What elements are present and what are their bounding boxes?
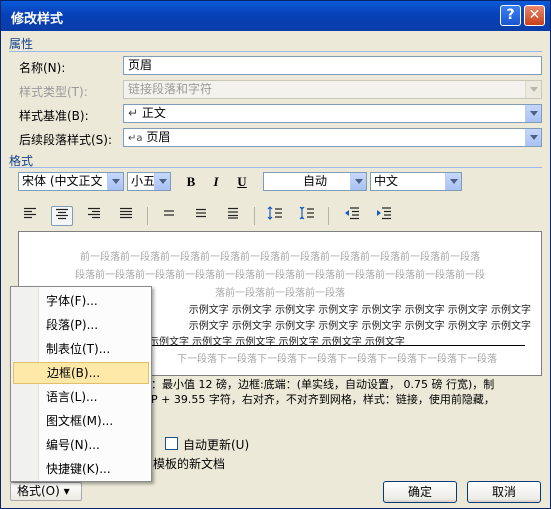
chevron-down-icon[interactable] bbox=[525, 105, 541, 122]
dialog-title: 修改样式 bbox=[11, 12, 64, 27]
double-spacing-icon[interactable] bbox=[222, 206, 244, 226]
font-value: 宋体 (中文正文 bbox=[22, 174, 103, 188]
modify-style-dialog: 修改样式 ? ✕ 属性 名称(N): 页眉 样式类型(T): 链接段落和字符 样… bbox=[0, 0, 551, 509]
properties-section-label: 属性 bbox=[9, 37, 34, 51]
auto-update-checkbox[interactable] bbox=[165, 437, 178, 450]
menu-item-frame[interactable]: 图文框(M)... bbox=[13, 410, 149, 432]
increase-indent-icon[interactable] bbox=[373, 206, 395, 226]
single-spacing-icon[interactable] bbox=[158, 206, 180, 226]
chevron-down-icon bbox=[525, 81, 541, 98]
chevron-down-icon[interactable] bbox=[107, 173, 123, 190]
close-button[interactable]: ✕ bbox=[524, 5, 545, 26]
preview-bottom-border bbox=[149, 345, 525, 346]
auto-update-label: 自动更新(U) bbox=[183, 438, 250, 452]
ok-button[interactable]: 确定 bbox=[383, 481, 457, 503]
menu-item-paragraph[interactable]: 段落(P)... bbox=[13, 314, 149, 336]
chevron-down-icon[interactable] bbox=[445, 173, 461, 190]
next-style-value: 页眉 bbox=[146, 130, 171, 144]
menu-item-numbering[interactable]: 编号(N)... bbox=[13, 434, 149, 456]
format-popup-menu: 字体(F)... 段落(P)... 制表位(T)... 边框(B)... 语言(… bbox=[10, 286, 152, 482]
italic-button[interactable]: I bbox=[205, 172, 227, 192]
linked-style-icon: ↵a bbox=[128, 133, 143, 144]
menu-item-font[interactable]: 字体(F)... bbox=[13, 290, 149, 312]
help-button[interactable]: ? bbox=[500, 5, 521, 26]
preview-previous-paragraph: 前一段落前一段落前一段落前一段落前一段落前一段落前一段落前一段落前一段落前一段落 bbox=[80, 252, 480, 263]
title-bar: 修改样式 ? ✕ bbox=[1, 1, 550, 31]
font-color-value: 自动 bbox=[302, 174, 327, 188]
menu-item-border[interactable]: 边框(B)... bbox=[13, 362, 149, 384]
style-type-value: 链接段落和字符 bbox=[128, 82, 213, 96]
decrease-indent-icon[interactable] bbox=[341, 206, 363, 226]
chevron-down-icon[interactable] bbox=[350, 173, 366, 190]
chevron-down-icon[interactable] bbox=[525, 129, 541, 146]
preview-previous-paragraph: 段落前一段落前一段落前一段落前一段落前一段落前一段落前一段落前一段落前一段落前一… bbox=[75, 270, 485, 281]
paragraph-mark-icon: ↵ bbox=[128, 106, 139, 120]
bold-button[interactable]: B bbox=[180, 172, 202, 192]
template-option-label: 模板的新文档 bbox=[153, 457, 226, 471]
format-divider bbox=[9, 167, 542, 168]
chevron-down-icon[interactable] bbox=[154, 173, 170, 190]
align-center-icon[interactable] bbox=[51, 206, 73, 226]
menu-item-shortcut-key[interactable]: 快捷键(K)... bbox=[13, 458, 149, 480]
align-left-icon[interactable] bbox=[19, 206, 41, 226]
language-dropdown[interactable]: 中文 bbox=[370, 172, 462, 191]
based-on-label: 样式基准(B): bbox=[19, 109, 89, 123]
based-on-dropdown[interactable]: ↵ 正文 bbox=[123, 104, 542, 123]
size-dropdown[interactable]: 小五 bbox=[127, 172, 171, 191]
align-right-icon[interactable] bbox=[83, 206, 105, 226]
size-value: 小五 bbox=[131, 174, 156, 188]
increase-paragraph-spacing-icon[interactable] bbox=[264, 206, 286, 226]
based-on-value: 正文 bbox=[141, 106, 166, 120]
toolbar-separator bbox=[328, 207, 329, 225]
language-value: 中文 bbox=[374, 174, 399, 188]
next-style-label: 后续段落样式(S): bbox=[19, 133, 113, 147]
toolbar-separator bbox=[254, 207, 255, 225]
one-half-spacing-icon[interactable] bbox=[190, 206, 212, 226]
menu-item-language[interactable]: 语言(L)... bbox=[13, 386, 149, 408]
font-color-dropdown[interactable]: 自动 bbox=[263, 172, 367, 191]
menu-item-tabs[interactable]: 制表位(T)... bbox=[13, 338, 149, 360]
style-type-dropdown: 链接段落和字符 bbox=[123, 80, 542, 99]
properties-divider bbox=[9, 51, 542, 52]
justify-icon[interactable] bbox=[115, 206, 137, 226]
next-style-dropdown[interactable]: ↵a 页眉 bbox=[123, 128, 542, 147]
name-input[interactable]: 页眉 bbox=[123, 56, 542, 75]
font-dropdown[interactable]: 宋体 (中文正文 bbox=[18, 172, 124, 191]
format-menu-button[interactable]: 格式(O) ▾ bbox=[10, 482, 82, 501]
decrease-paragraph-spacing-icon[interactable] bbox=[296, 206, 318, 226]
toolbar-separator bbox=[147, 207, 148, 225]
name-label: 名称(N): bbox=[19, 61, 66, 75]
name-input-value: 页眉 bbox=[128, 58, 153, 72]
style-type-label: 样式类型(T): bbox=[19, 85, 88, 99]
underline-button[interactable]: U bbox=[231, 172, 253, 192]
cancel-button[interactable]: 取消 bbox=[467, 481, 541, 503]
